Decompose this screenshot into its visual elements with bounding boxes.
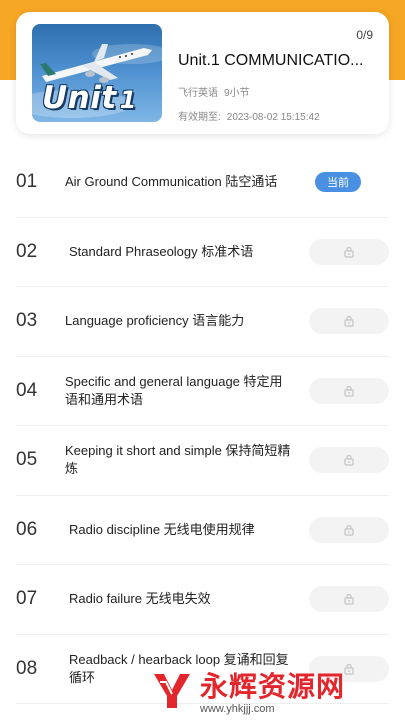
expiry-value: 2023-08-02 15:15:42: [226, 112, 320, 123]
lock-icon: [344, 594, 354, 605]
course-meta: 飞行英语 9小节: [178, 84, 250, 99]
course-card[interactable]: Unit 1 0/9 Unit.1 COMMUNICATIO... 飞行英语 9小节…: [16, 12, 389, 134]
course-expiry: 有效期至: 2023-08-02 15:15:42: [178, 108, 320, 123]
expiry-label: 有效期至:: [178, 112, 221, 123]
lesson-index: 08: [16, 657, 38, 679]
lesson-item[interactable]: 06 Radio discipline 无线电使用规律: [16, 496, 389, 565]
lesson-title: Radio failure 无线电失效: [69, 591, 211, 607]
lesson-item[interactable]: 03 Language proficiency 语言能力: [16, 287, 389, 357]
lesson-index: 01: [16, 171, 38, 193]
lesson-item[interactable]: 02 Standard Phraseology 标准术语: [16, 218, 389, 287]
lock-icon: [344, 316, 354, 327]
thumbnail-caption: Unit 1: [42, 80, 137, 116]
course-lesson-count: 9小节: [224, 88, 250, 99]
locked-button[interactable]: [309, 447, 389, 474]
lesson-title: Specific and general language 特定用语和通用术语: [65, 373, 283, 407]
lesson-item[interactable]: 04 Specific and general language 特定用语和通用…: [16, 357, 389, 426]
locked-button[interactable]: [309, 516, 389, 543]
lock-icon: [344, 455, 354, 466]
watermark-logo-icon: [154, 674, 190, 708]
lesson-item[interactable]: 05 Keeping it short and simple 保持简短精炼: [16, 426, 389, 496]
lesson-item[interactable]: 07 Radio failure 无线电失效: [16, 565, 389, 635]
course-thumbnail: Unit 1: [32, 24, 162, 122]
lesson-title: Air Ground Communication 陆空通话: [65, 174, 278, 190]
lock-icon: [344, 246, 354, 258]
lesson-list: 01 Air Ground Communication 陆空通话 当前 02 S…: [0, 148, 405, 704]
lesson-title: Keeping it short and simple 保持简短精炼: [65, 443, 291, 477]
lesson-index: 07: [16, 588, 38, 610]
lesson-index: 03: [16, 310, 38, 332]
course-category: 飞行英语: [178, 88, 218, 99]
lesson-index: 06: [16, 518, 38, 540]
lesson-index: 02: [16, 240, 38, 262]
locked-button[interactable]: [309, 377, 389, 404]
lesson-title: Standard Phraseology 标准术语: [69, 243, 254, 259]
lesson-title: Radio discipline 无线电使用规律: [69, 521, 255, 537]
locked-button[interactable]: [309, 308, 389, 335]
locked-button[interactable]: [309, 238, 389, 265]
lesson-index: 05: [16, 449, 38, 471]
watermark-text: 永辉资源网: [200, 671, 346, 702]
lock-icon: [344, 385, 354, 397]
watermark: 永辉资源网 www.yhkjjj.com: [150, 660, 405, 720]
lesson-index: 04: [16, 379, 38, 401]
course-title: Unit.1 COMMUNICATIO...: [178, 52, 364, 69]
course-progress: 0/9: [356, 28, 373, 42]
locked-button[interactable]: [309, 586, 389, 613]
lesson-item[interactable]: 01 Air Ground Communication 陆空通话 当前: [16, 148, 389, 218]
lesson-title: Language proficiency 语言能力: [65, 313, 245, 329]
lock-icon: [344, 524, 354, 536]
current-badge: 当前: [315, 172, 361, 193]
